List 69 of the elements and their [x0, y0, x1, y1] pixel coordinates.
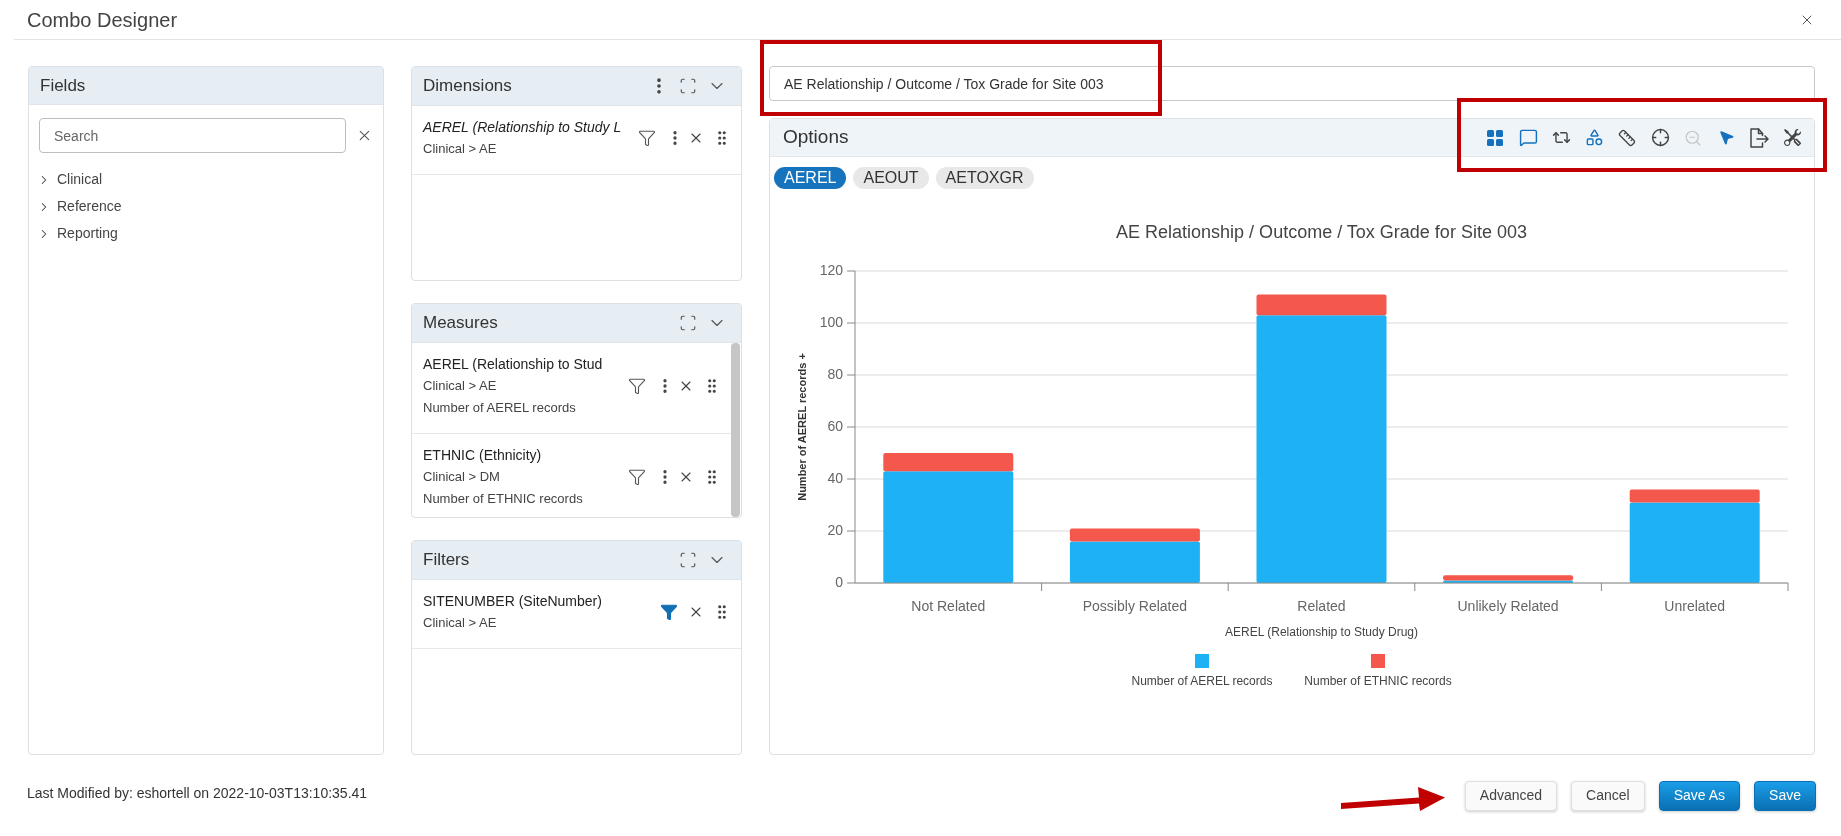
legend-label[interactable]: Number of ETHNIC records [1304, 674, 1452, 689]
dialog-button[interactable]: Cancel [1571, 780, 1645, 811]
panel-title: Measures [423, 312, 498, 335]
dialog-button[interactable]: Save As [1658, 780, 1741, 811]
window-title: Combo Designer [27, 7, 178, 33]
export-icon[interactable] [1749, 127, 1769, 148]
y-tick-label: 100 [819, 313, 843, 330]
legend-swatch-icon[interactable] [1371, 654, 1385, 668]
measure-label: Number of ETHNIC records [423, 490, 583, 508]
panel-title: Fields [40, 74, 86, 97]
scrollbar[interactable] [731, 343, 740, 517]
filter-icon[interactable] [638, 129, 656, 147]
expand-icon[interactable] [679, 551, 697, 569]
panel-title: Options [783, 125, 849, 150]
series-tab[interactable]: AEOUT [853, 167, 929, 189]
field-path: Clinical > AE [423, 377, 498, 395]
tools-icon[interactable] [1783, 129, 1801, 146]
ruler-icon[interactable] [1618, 128, 1636, 147]
y-axis-title: Number of AEREL records + [795, 353, 808, 501]
x-tick-label: Not Related [911, 597, 986, 614]
tree-item[interactable]: Clinical [37, 166, 383, 193]
shapes-icon[interactable] [1584, 128, 1604, 147]
filter-icon[interactable] [628, 468, 646, 486]
speech-bubble-icon[interactable] [1518, 128, 1538, 147]
y-tick-label: 80 [827, 365, 843, 382]
x-tick-label: Related [1297, 597, 1346, 614]
field-path: Clinical > DM [423, 468, 501, 486]
tree-item[interactable]: Reporting [37, 220, 383, 247]
panel-title: Filters [423, 549, 470, 572]
y-tick-label: 120 [819, 261, 843, 278]
field-item[interactable]: SITENUMBER (SiteNumber) Clinical > AE [412, 580, 741, 649]
x-tick-label: Possibly Related [1082, 597, 1188, 614]
filter-icon[interactable] [628, 377, 646, 395]
y-tick-label: 60 [827, 417, 843, 434]
field-name: AEREL (Relationship to Stud [423, 355, 603, 374]
field-name: ETHNIC (Ethnicity) [423, 446, 543, 465]
chart-title: AE Relationship / Outcome / Tox Grade for Site 003 [1116, 221, 1527, 242]
legend-label[interactable]: Number of AEREL records [1131, 674, 1273, 689]
dialog-button[interactable]: Save [1754, 780, 1816, 811]
expand-icon[interactable] [679, 77, 697, 95]
legend-swatch-icon[interactable] [1195, 654, 1209, 668]
series-tab[interactable]: AETOXGR [935, 167, 1034, 189]
expand-icon[interactable] [679, 314, 697, 332]
y-tick-label: 20 [827, 521, 843, 538]
tree-label: Reporting [57, 224, 118, 243]
field-path: Clinical > AE [423, 614, 498, 632]
y-tick-label: 40 [827, 469, 843, 486]
series-tab[interactable]: AEREL [774, 167, 847, 189]
chart-title-field[interactable]: AE Relationship / Outcome / Tox Grade for Site 003 [769, 66, 1815, 101]
tree-label: Reference [57, 197, 122, 216]
field-item[interactable]: AEREL (Relationship to Study L Clinical > AE [412, 106, 741, 175]
panel-title: Dimensions [423, 75, 512, 98]
x-axis-title: AEREL (Relationship to Study Drug) [1225, 625, 1418, 640]
tree-item[interactable]: Reference [37, 193, 383, 220]
search-field[interactable]: Search [39, 118, 347, 153]
field-name: SITENUMBER (SiteNumber) [423, 592, 602, 611]
x-tick-label: Unrelated [1664, 597, 1726, 614]
y-tick-label: 0 [835, 573, 843, 590]
last-modified-text: Last Modified by: eshortell on 2022-10-03T13:10:35.41 [27, 783, 368, 803]
x-tick-label: Unlikely Related [1457, 597, 1559, 614]
crosshair-icon[interactable] [1650, 128, 1670, 147]
pointer-icon[interactable] [1717, 129, 1735, 146]
measure-label: Number of AEREL records [423, 399, 577, 417]
dialog-button[interactable]: Advanced [1464, 780, 1558, 811]
tree-label: Clinical [57, 170, 103, 189]
field-path: Clinical > AE [423, 140, 498, 158]
field-name: AEREL (Relationship to Study L [423, 118, 622, 137]
filter-icon[interactable] [660, 603, 678, 621]
grid-icon[interactable] [1487, 129, 1503, 146]
